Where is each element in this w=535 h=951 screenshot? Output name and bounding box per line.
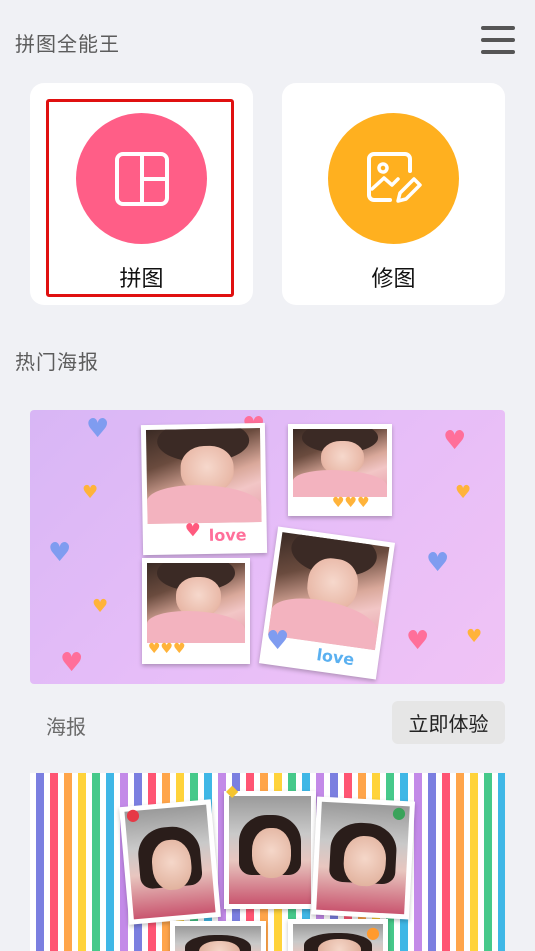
poster-photo-frame: [170, 921, 266, 951]
heart-icon: ♥: [92, 596, 109, 617]
edit-icon-circle: [328, 113, 459, 244]
collage-layout-icon: [114, 151, 169, 206]
heart-icon: ♥: [466, 626, 483, 647]
love-caption: love: [208, 525, 247, 545]
poster-photo-frame: ♥♥♥: [142, 558, 250, 664]
heart-icon: ♥: [48, 538, 72, 568]
poster-photo-frame: ♥♥♥: [288, 424, 392, 516]
section-title: 热门海报: [15, 350, 99, 374]
orange-icon: ●: [366, 923, 380, 942]
hamburger-menu-icon[interactable]: [478, 22, 518, 58]
heart-icon: ♥: [443, 426, 467, 456]
menu-line: [481, 26, 515, 30]
heart-icon: ♥: [60, 648, 84, 678]
poster-photo-frame: love: [258, 526, 396, 680]
app-title: 拼图全能王: [15, 32, 120, 56]
heart-icon: ♥♥♥: [332, 495, 370, 511]
menu-line: [481, 50, 515, 54]
strawberry-icon: ●: [126, 805, 140, 824]
pineapple-icon: ◆: [226, 781, 239, 800]
poster-preview-image[interactable]: ♥ ♥ ♥ ♥ ♥ ♥ ♥ ♥ ♥ ♥ ♥ ♥ love ♥♥♥ ♥♥♥ lov…: [30, 410, 505, 684]
heart-icon: ♥: [86, 414, 110, 444]
collage-tool-card[interactable]: 拼图: [30, 83, 253, 305]
photo-edit-tool-card[interactable]: 修图: [282, 83, 505, 305]
watermelon-icon: ●: [392, 803, 406, 822]
photo-edit-icon: [366, 151, 422, 203]
poster-photo-frame: ♥ love: [140, 422, 268, 556]
photo-edit-tool-label: 修图: [371, 267, 416, 292]
heart-icon: ♥: [82, 482, 99, 503]
heart-icon: ♥: [184, 520, 202, 542]
heart-icon: ♥: [266, 626, 290, 656]
poster-preview-image-2[interactable]: ● ◆ ● ●: [30, 773, 505, 951]
top-bar: 拼图全能王: [0, 0, 535, 84]
poster-photo-frame: [224, 791, 316, 909]
heart-icon: ♥: [455, 482, 472, 503]
heart-icon: ♥: [406, 626, 430, 656]
menu-line: [481, 38, 515, 42]
collage-icon-circle: [76, 113, 207, 244]
love-caption: love: [315, 645, 356, 670]
heart-icon: ♥♥♥: [148, 641, 186, 657]
try-now-button[interactable]: 立即体验: [392, 701, 505, 744]
collage-tool-label: 拼图: [119, 267, 164, 292]
heart-icon: ♥: [426, 548, 450, 578]
poster-title: 海报: [46, 715, 86, 739]
